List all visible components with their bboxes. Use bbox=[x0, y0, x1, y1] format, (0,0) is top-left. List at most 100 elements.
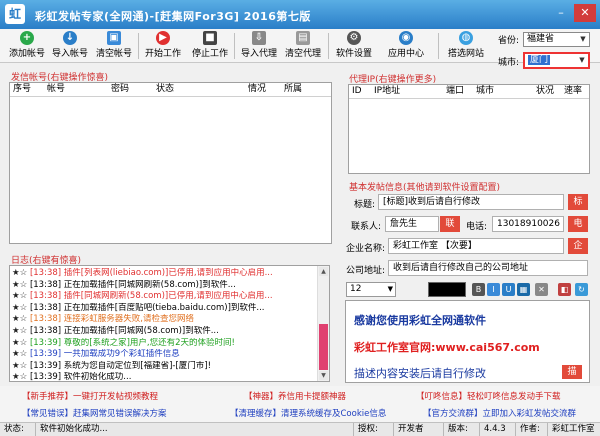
log-text: [13:38] 连接彩虹服务器失败,请检查您网络 bbox=[29, 314, 194, 325]
underline-icon[interactable]: U bbox=[502, 283, 515, 296]
clear-proxy-button[interactable]: ▤ 清空代理 bbox=[282, 31, 324, 61]
close-button[interactable]: ✕ bbox=[574, 4, 596, 22]
scroll-up-icon[interactable]: ▲ bbox=[319, 267, 328, 276]
link-dingdong[interactable]: 【叮咚信息】轻松叮咚信息发动手下载 bbox=[416, 390, 561, 402]
gear-icon: ⚙ bbox=[347, 31, 361, 45]
description-editor[interactable]: 感谢您使用彩虹全网通软件 彩虹工作室官网:www.cai567.com 描述内容… bbox=[345, 300, 590, 383]
table-icon[interactable]: ▦ bbox=[517, 283, 530, 296]
col-password[interactable]: 密码 bbox=[108, 83, 153, 96]
proxy-clear-icon: ▤ bbox=[296, 31, 310, 45]
image-icon[interactable]: ◧ bbox=[558, 283, 571, 296]
import-account-button[interactable]: ↓ 导入帐号 bbox=[49, 31, 91, 61]
col-account[interactable]: 帐号 bbox=[44, 83, 108, 96]
col-index[interactable]: 序号 bbox=[10, 83, 44, 96]
link-qq-group[interactable]: 【官方交流群】立即加入彩虹发帖交流群 bbox=[423, 407, 576, 419]
phone-label: 电话: bbox=[466, 222, 488, 232]
chevron-down-icon: ▼ bbox=[580, 35, 586, 43]
log-line: ★☆ [13:38] 正在加载插件[同城网刷新(58.com)]到软件... bbox=[12, 280, 315, 292]
province-select[interactable]: 福建省 ▼ bbox=[523, 32, 590, 47]
col-city[interactable]: 城市 bbox=[473, 85, 533, 98]
title-label: 标题: bbox=[354, 200, 376, 210]
log-star-icon: ★☆ bbox=[12, 349, 28, 360]
app-center-button[interactable]: ◉ 应用中心 bbox=[384, 31, 428, 61]
phone-button[interactable]: 电 bbox=[568, 216, 588, 232]
link-clear-cache[interactable]: 【清理缓存】清理系统缓存及Cookie信息 bbox=[230, 407, 386, 419]
title-input[interactable]: [标题]收到后请自行修改 bbox=[378, 194, 564, 210]
link-beginner[interactable]: 【新手推荐】一键打开发帖视频教程 bbox=[22, 390, 158, 402]
choose-site-button[interactable]: ◍ 搭选网站 bbox=[444, 31, 488, 61]
log-text: [13:39] 软件初始化成功... bbox=[29, 372, 132, 382]
editor-line-1: 感谢您使用彩虹全网通软件 bbox=[354, 314, 486, 327]
log-text: [13:39] 尊敬的[系统之家]用户,您还有2天的体验时间! bbox=[29, 337, 235, 348]
app-logo-icon: 虹 bbox=[5, 4, 25, 24]
refresh-icon[interactable]: ↻ bbox=[575, 283, 588, 296]
log-line: ★☆ [13:39] 软件初始化成功... bbox=[12, 372, 315, 382]
log-scrollbar[interactable]: ▲ ▼ bbox=[317, 266, 329, 381]
log-line: ★☆ [13:39] 一共加载成功9个彩虹插件信息 bbox=[12, 349, 315, 361]
editor-line-2: 彩虹工作室官网:www.cai567.com bbox=[354, 341, 540, 354]
accounts-table[interactable]: 序号 帐号 密码 状态 情况 所属 bbox=[9, 82, 332, 244]
col-ip[interactable]: IP地址 bbox=[371, 85, 443, 98]
contact-input[interactable]: 詹先生 bbox=[385, 216, 439, 232]
start-work-button[interactable]: ▶ 开始工作 bbox=[142, 31, 184, 61]
log-star-icon: ★☆ bbox=[12, 279, 28, 290]
add-account-button[interactable]: + 添加帐号 bbox=[7, 31, 47, 61]
col-port[interactable]: 端口 bbox=[443, 85, 473, 98]
address-label: 公司地址: bbox=[346, 266, 386, 276]
title-bar: 虹 彩虹发帖专家(全网通)-[赶集网For3G] 2016第七版 – ✕ bbox=[0, 0, 600, 29]
scroll-down-icon[interactable]: ▼ bbox=[319, 371, 328, 380]
log-text: [13:38] 插件[同城网刷新(58.com)]已停用,请到应用中心启用... bbox=[29, 291, 273, 302]
description-button[interactable]: 描 bbox=[562, 365, 582, 379]
settings-button[interactable]: ⚙ 软件设置 bbox=[332, 31, 376, 61]
auth-value: 开发者 bbox=[394, 423, 444, 436]
log-line: ★☆ [13:38] 正在加载插件[百度贴吧(tieba.baidu.com)]… bbox=[12, 303, 315, 315]
tools-icon[interactable]: ✕ bbox=[535, 283, 548, 296]
import-proxy-button[interactable]: ⇩ 导入代理 bbox=[238, 31, 280, 61]
editor-toolbar: 12 ▼ B I U ▦ ✕ ◧ ↻ bbox=[346, 282, 590, 299]
links-bar: 【新手推荐】一键打开发帖视频教程 【神器】养信用卡提额神器 【叮咚信息】轻松叮咚… bbox=[0, 386, 600, 422]
status-value: 软件初始化成功... bbox=[36, 423, 354, 436]
col-situation[interactable]: 情况 bbox=[245, 83, 281, 96]
stop-work-button[interactable]: ■ 停止工作 bbox=[189, 31, 231, 61]
address-input[interactable]: 收到后请自行修改自己的公司地址 bbox=[388, 260, 588, 276]
log-line: ★☆ [13:39] 系统为您自动定位到[福建省]-[厦门市]! bbox=[12, 361, 315, 373]
company-input[interactable]: 彩虹工作室 【次要】 bbox=[388, 238, 564, 254]
author-label: 作者: bbox=[516, 423, 548, 436]
log-line: ★☆ [13:38] 插件[同城网刷新(58.com)]已停用,请到应用中心启用… bbox=[12, 291, 315, 303]
col-condition[interactable]: 状况 bbox=[533, 85, 561, 98]
link-common-errors[interactable]: 【常见错误】赶集网常见错误解决方案 bbox=[22, 407, 167, 419]
log-star-icon: ★☆ bbox=[12, 372, 28, 382]
log-line: ★☆ [13:38] 插件[列表网(liebiao.com)]已停用,请到应用中… bbox=[12, 268, 315, 280]
clear-icon: ▣ bbox=[107, 31, 121, 45]
version-label: 版本: bbox=[444, 423, 480, 436]
bold-icon[interactable]: B bbox=[472, 283, 485, 296]
phone-input[interactable]: 13018910026 bbox=[492, 216, 564, 232]
col-owner[interactable]: 所属 bbox=[281, 83, 321, 96]
clear-account-button[interactable]: ▣ 清空帐号 bbox=[93, 31, 135, 61]
title-button[interactable]: 标 bbox=[568, 194, 588, 210]
italic-icon[interactable]: I bbox=[487, 283, 500, 296]
link-credit-card[interactable]: 【神器】养信用卡提额神器 bbox=[244, 390, 346, 402]
font-color-select[interactable] bbox=[428, 282, 466, 297]
log-text: [13:38] 插件[列表网(liebiao.com)]已停用,请到应用中心启用… bbox=[29, 268, 273, 278]
col-status[interactable]: 状态 bbox=[153, 83, 245, 96]
col-id[interactable]: ID bbox=[349, 85, 371, 98]
company-button[interactable]: 企 bbox=[568, 238, 588, 254]
log-line: ★☆ [13:38] 连接彩虹服务器失败,请检查您网络 bbox=[12, 314, 315, 326]
version-value: 4.4.3 bbox=[480, 423, 516, 436]
contact-button[interactable]: 联 bbox=[440, 216, 460, 232]
minimize-button[interactable]: – bbox=[550, 4, 572, 22]
city-select[interactable]: 厦门 ▼ bbox=[523, 52, 590, 69]
proxy-table[interactable]: ID IP地址 端口 城市 状况 速率 bbox=[348, 84, 590, 174]
col-speed[interactable]: 速率 bbox=[561, 85, 582, 98]
globe-icon: ◍ bbox=[459, 31, 473, 45]
author-value: 彩虹工作室 bbox=[552, 424, 595, 434]
scroll-thumb[interactable] bbox=[319, 324, 328, 370]
chevron-down-icon: ▼ bbox=[579, 56, 585, 64]
log-panel[interactable]: ★☆ [13:38] 插件[列表网(liebiao.com)]已停用,请到应用中… bbox=[9, 265, 330, 382]
chevron-down-icon: ▼ bbox=[387, 285, 393, 293]
window-title: 彩虹发帖专家(全网通)-[赶集网For3G] 2016第七版 bbox=[35, 10, 311, 23]
log-text: [13:39] 系统为您自动定位到[福建省]-[厦门市]! bbox=[29, 360, 212, 371]
status-bar: 状态: 软件初始化成功... 授权: 开发者 版本: 4.4.3 作者: 彩虹工… bbox=[0, 422, 600, 436]
font-size-select[interactable]: 12 ▼ bbox=[346, 282, 396, 297]
